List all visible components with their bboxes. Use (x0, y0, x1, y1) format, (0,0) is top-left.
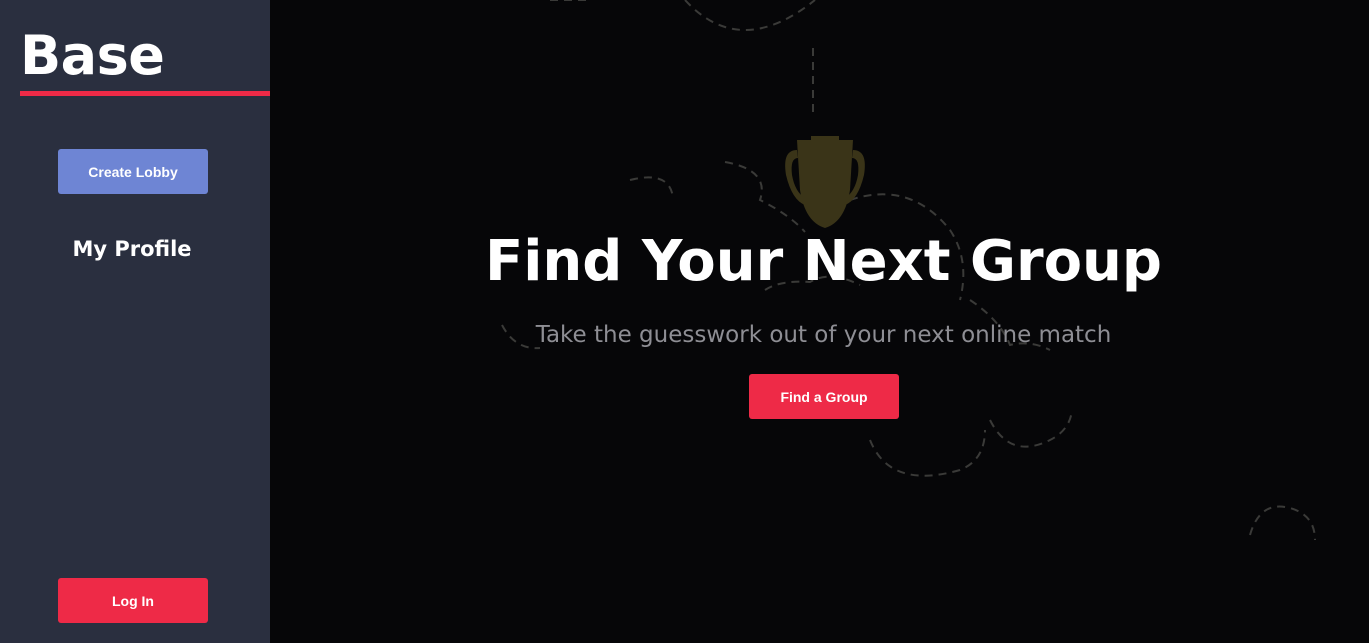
create-lobby-button[interactable]: Create Lobby (58, 149, 208, 194)
brand-underline (20, 91, 270, 96)
app-root: Base Create Lobby My Profile Log In Find… (0, 0, 1369, 643)
hero-section: Find Your Next Group Take the guesswork … (270, 0, 1369, 643)
hero-title: Find Your Next Group (484, 229, 1162, 294)
sidebar: Base Create Lobby My Profile Log In (0, 0, 270, 643)
login-button[interactable]: Log In (58, 578, 208, 623)
brand-logo[interactable]: Base (20, 24, 165, 88)
my-profile-link[interactable]: My Profile (0, 234, 264, 264)
trophy-icon (785, 136, 865, 228)
find-group-button[interactable]: Find a Group (749, 374, 899, 419)
hero-subtitle: Take the guesswork out of your next onli… (535, 322, 1112, 348)
